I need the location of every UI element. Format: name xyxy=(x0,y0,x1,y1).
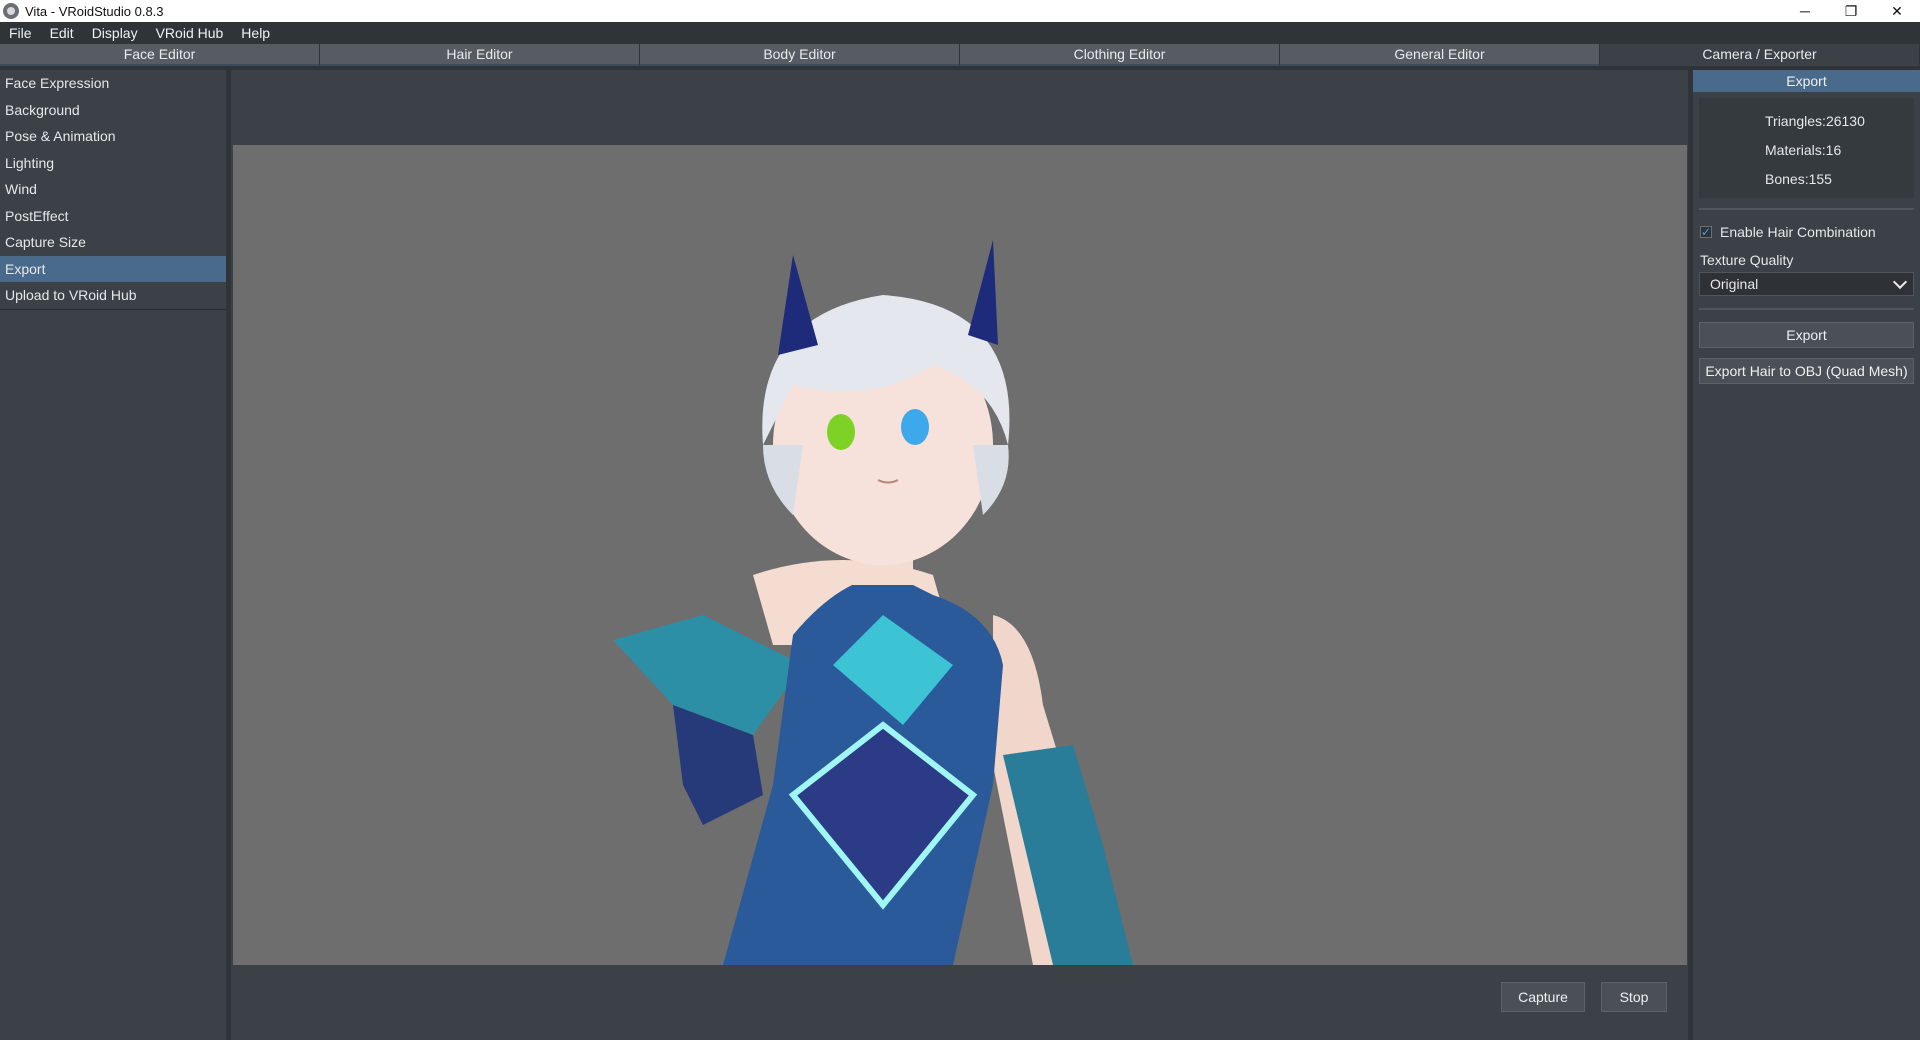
sidebar-item-capture-size[interactable]: Capture Size xyxy=(0,229,226,256)
window-controls: ─ ❐ ✕ xyxy=(1782,0,1920,22)
export-panel-header: Export xyxy=(1693,70,1920,92)
divider xyxy=(1699,208,1914,210)
sidebar-item-upload-vroid-hub[interactable]: Upload to VRoid Hub xyxy=(0,282,226,309)
export-button[interactable]: Export xyxy=(1699,322,1914,348)
app-icon xyxy=(3,3,19,19)
export-hair-obj-button[interactable]: Export Hair to OBJ (Quad Mesh) xyxy=(1699,358,1914,384)
eye-left xyxy=(827,414,855,450)
menu-vroid-hub[interactable]: VRoid Hub xyxy=(147,25,233,41)
capture-button[interactable]: Capture xyxy=(1501,982,1585,1012)
bones-count: Bones:155 xyxy=(1765,170,1832,187)
eye-right xyxy=(901,409,929,445)
divider xyxy=(1699,308,1914,310)
sidebar-item-posteffect[interactable]: PostEffect xyxy=(0,203,226,230)
enable-hair-combination-checkbox[interactable]: ✓ xyxy=(1700,226,1712,238)
sidebar-item-pose-animation[interactable]: Pose & Animation xyxy=(0,123,226,150)
tab-body-editor[interactable]: Body Editor xyxy=(640,44,960,66)
character-render xyxy=(613,240,1133,965)
triangles-count: Triangles:26130 xyxy=(1765,112,1865,129)
sidebar-item-wind[interactable]: Wind xyxy=(0,176,226,203)
materials-count: Materials:16 xyxy=(1765,141,1842,158)
3d-viewport[interactable] xyxy=(233,145,1687,965)
export-panel: Export Triangles:26130 Materials:16 Bone… xyxy=(1693,70,1920,1040)
tab-face-editor[interactable]: Face Editor xyxy=(0,44,320,66)
title-bar: Vita - VRoidStudio 0.8.3 ─ ❐ ✕ xyxy=(0,0,1920,22)
menu-help[interactable]: Help xyxy=(232,25,279,41)
enable-hair-combination-row[interactable]: ✓ Enable Hair Combination xyxy=(1693,222,1920,242)
horn-left xyxy=(778,255,818,355)
sidebar-item-export[interactable]: Export xyxy=(0,255,226,282)
sidebar-list: Face Expression Background Pose & Animat… xyxy=(0,70,226,310)
menu-bar: File Edit Display VRoid Hub Help xyxy=(0,22,1920,44)
tab-general-editor[interactable]: General Editor xyxy=(1280,44,1600,66)
model-stats: Triangles:26130 Materials:16 Bones:155 xyxy=(1699,98,1914,198)
stop-button[interactable]: Stop xyxy=(1601,982,1667,1012)
window-title: Vita - VRoidStudio 0.8.3 xyxy=(25,3,164,19)
chevron-down-icon xyxy=(1892,274,1908,289)
tab-clothing-editor[interactable]: Clothing Editor xyxy=(960,44,1280,66)
texture-quality-label: Texture Quality xyxy=(1700,252,1794,268)
sidebar-item-face-expression[interactable]: Face Expression xyxy=(0,70,226,97)
texture-quality-value: Original xyxy=(1710,276,1759,292)
tab-hair-editor[interactable]: Hair Editor xyxy=(320,44,640,66)
horn-right xyxy=(968,240,998,345)
restore-icon[interactable]: ❐ xyxy=(1828,0,1874,22)
sidebar-item-background[interactable]: Background xyxy=(0,97,226,124)
minimize-icon[interactable]: ─ xyxy=(1782,0,1828,22)
close-icon[interactable]: ✕ xyxy=(1874,0,1920,22)
editor-tabs: Face Editor Hair Editor Body Editor Clot… xyxy=(0,44,1920,66)
enable-hair-combination-label: Enable Hair Combination xyxy=(1720,224,1876,240)
menu-edit[interactable]: Edit xyxy=(41,25,83,41)
texture-quality-select[interactable]: Original xyxy=(1699,272,1914,296)
left-sidebar: Face Expression Background Pose & Animat… xyxy=(0,70,226,1040)
menu-file[interactable]: File xyxy=(0,25,41,41)
sidebar-item-lighting[interactable]: Lighting xyxy=(0,150,226,177)
menu-display[interactable]: Display xyxy=(83,25,147,41)
tab-camera-exporter[interactable]: Camera / Exporter xyxy=(1600,44,1920,66)
